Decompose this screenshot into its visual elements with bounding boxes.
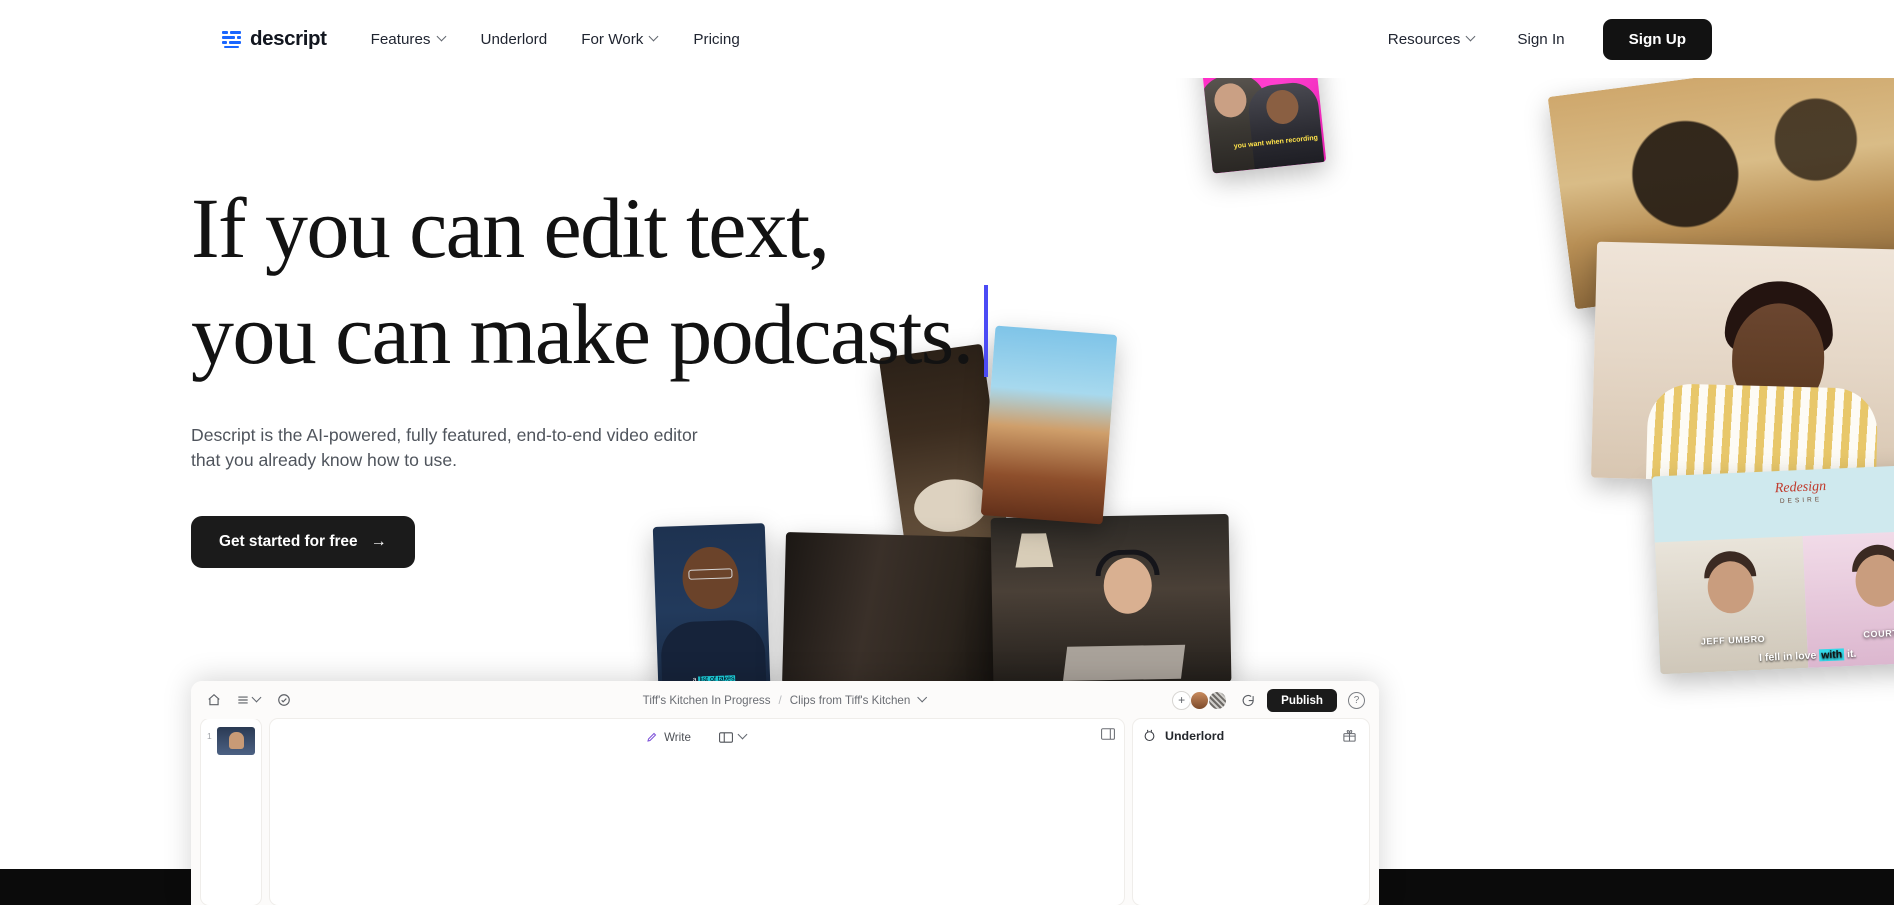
scene-number: 1 [207,731,212,741]
nav-left-group: descript Features Underlord For Work Pri… [222,23,757,56]
chevron-down-icon [739,731,748,740]
get-started-button[interactable]: Get started for free → [191,516,415,568]
collage-card-redesign-podcast: Redesign DESIRE JEFF UMBRO COURT I fell … [1652,464,1894,675]
nav-item-resources-label: Resources [1388,31,1461,48]
nav-item-features-label: Features [371,31,431,48]
nav-item-pricing[interactable]: Pricing [676,23,756,56]
editor-canvas-panel: Write [270,719,1124,905]
chevron-down-icon[interactable] [918,694,927,703]
nav-item-features[interactable]: Features [354,23,464,56]
nav-item-underlord-label: Underlord [481,31,548,48]
nav-item-for-work-label: For Work [581,31,643,48]
app-toolbar: Tiff's Kitchen In Progress / Clips from … [191,681,1379,719]
page-title: If you can edit text, you can make podca… [191,186,988,377]
avatar[interactable] [1190,691,1209,710]
descript-logo-icon [222,30,241,49]
sign-in-link[interactable]: Sign In [1499,23,1582,56]
chevron-down-icon [438,33,447,42]
collage-card-desert [981,326,1118,525]
collaborator-avatars[interactable]: + [1172,691,1227,710]
headline-line-1: If you can edit text, [191,186,988,271]
underlord-sparkle-icon [1142,728,1157,743]
gift-icon[interactable] [1342,728,1359,745]
add-collaborator-button[interactable]: + [1172,691,1191,710]
app-toolbar-left [205,691,293,709]
chevron-down-icon [1467,33,1476,42]
side-panel-icon[interactable] [1101,728,1115,740]
home-icon[interactable] [205,691,223,709]
breadcrumb: Tiff's Kitchen In Progress / Clips from … [643,694,928,707]
write-mode-label: Write [664,731,691,744]
nav-item-underlord[interactable]: Underlord [464,23,565,56]
nav-item-resources[interactable]: Resources [1371,23,1494,56]
hero-subheading-line-2: that you already know how to use. [191,448,731,472]
collage-card-girl-headphones [991,514,1232,686]
underlord-panel: Underlord [1133,719,1369,905]
primary-nav-links: Features Underlord For Work Pricing [354,23,757,56]
pen-write-icon [646,731,658,743]
descript-logo[interactable]: descript [222,27,327,51]
breadcrumb-project[interactable]: Tiff's Kitchen In Progress [643,694,771,707]
publish-button[interactable]: Publish [1267,689,1337,712]
nav-right-group: Resources Sign In Sign Up [1371,19,1712,60]
avatar[interactable] [1208,691,1227,710]
text-caret-icon [984,285,988,377]
help-icon[interactable]: ? [1348,692,1365,709]
scene-item[interactable]: 1 [207,727,255,755]
get-started-label: Get started for free [219,533,358,551]
sign-up-button[interactable]: Sign Up [1603,19,1712,60]
app-toolbar-right: + Publish ? [1172,689,1365,712]
collage-redesign-title: Redesign [1774,479,1826,497]
layout-button[interactable] [719,732,748,743]
top-navigation-bar: descript Features Underlord For Work Pri… [0,0,1894,78]
scene-thumbnail[interactable] [217,727,255,755]
underlord-header: Underlord [1142,728,1360,743]
collage-speaker-name-right: COURT [1863,628,1894,640]
editor-mode-toolbar: Write [270,719,1124,755]
headline-line-2: you can make podcasts. [191,292,973,377]
breadcrumb-separator: / [779,694,782,707]
write-mode-button[interactable]: Write [646,731,691,744]
underlord-title: Underlord [1165,729,1224,743]
headline-line-2-wrap: you can make podcasts. [191,271,988,377]
descript-app-window: Tiff's Kitchen In Progress / Clips from … [191,681,1379,905]
nav-item-for-work[interactable]: For Work [564,23,676,56]
nav-item-pricing-label: Pricing [693,31,739,48]
hero-subheading-line-1: Descript is the AI-powered, fully featur… [191,423,731,447]
chevron-down-icon [650,33,659,42]
app-body: 1 Write [191,719,1379,905]
logo-wordmark: descript [250,27,327,51]
comment-icon[interactable] [1238,691,1256,709]
hero-section: If you can edit text, you can make podca… [191,186,988,568]
breadcrumb-current[interactable]: Clips from Tiff's Kitchen [790,694,911,707]
collage-redesign-subtitle: DESIRE [1780,496,1822,505]
check-circle-icon[interactable] [275,691,293,709]
arrow-right-icon: → [371,534,387,550]
hero-subheading: Descript is the AI-powered, fully featur… [191,423,731,472]
scene-list-panel: 1 [201,719,261,905]
collage-card-woman-stripes [1591,242,1894,487]
chevron-down-icon [253,694,262,703]
collage-speaker-name-left: JEFF UMBRO [1701,634,1766,647]
menu-icon[interactable] [236,691,262,709]
